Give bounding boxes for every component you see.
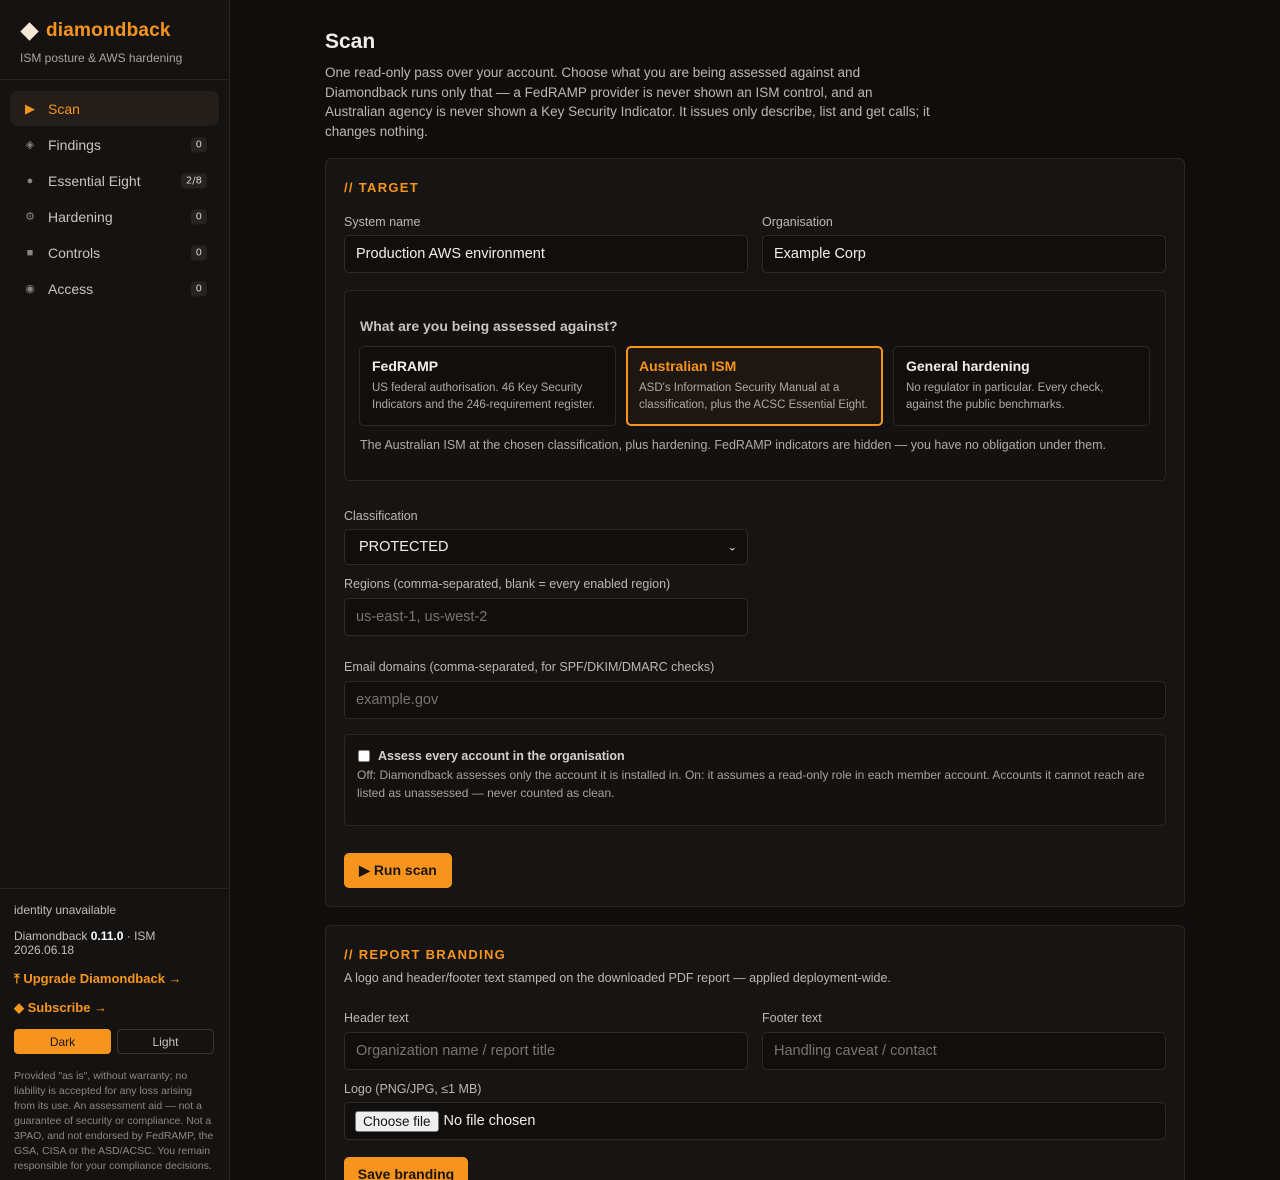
sidebar: diamondback ISM posture & AWS hardening …	[0, 0, 230, 1180]
classification-label: Classification	[344, 509, 418, 523]
assess-all-accounts-checkbox[interactable]	[358, 750, 370, 762]
main-content: Scan One read-only pass over your accoun…	[325, 0, 1185, 1180]
count-badge: 2/8	[180, 173, 207, 188]
header-text-label: Header text	[344, 1011, 409, 1025]
system-name-input[interactable]: Production AWS environment	[344, 235, 748, 273]
version-info: Diamondback 0.11.0 · ISM 2026.06.18	[14, 929, 215, 957]
option-general-hardening[interactable]: General hardening No regulator in partic…	[893, 346, 1150, 426]
save-branding-button[interactable]: Save branding	[344, 1157, 468, 1180]
page-description: One read-only pass over your account. Ch…	[325, 65, 930, 139]
brand-header: diamondback ISM posture & AWS hardening	[0, 0, 229, 80]
classification-select[interactable]: PROTECTED ⌄	[344, 529, 748, 565]
organisation-label: Organisation	[762, 215, 833, 229]
upgrade-link[interactable]: ⤒ Upgrade Diamondback →	[14, 971, 215, 987]
sidebar-item-label: Controls	[48, 244, 101, 261]
diamond-icon: ◈	[25, 139, 35, 151]
branding-description: A logo and header/footer text stamped on…	[344, 971, 891, 985]
disclaimer: Provided "as is", without warranty; no l…	[14, 1070, 214, 1172]
target-icon: ◉	[25, 283, 35, 295]
diamond-logo-icon	[20, 21, 39, 41]
regions-label: Regions (comma-separated, blank = every …	[344, 577, 671, 591]
product-name: Diamondback	[14, 929, 88, 943]
run-scan-button[interactable]: ▶ Run scan	[344, 853, 452, 888]
assess-all-accounts-description: Off: Diamondback assesses only the accou…	[357, 768, 1145, 800]
sidebar-item-label: Scan	[48, 100, 80, 117]
logo-file-input: Choose file No file chosen	[344, 1102, 1166, 1140]
sidebar-item-controls[interactable]: ■ Controls 0	[10, 235, 219, 270]
target-section-title: // TARGET	[344, 180, 420, 195]
subscribe-link[interactable]: ◆ Subscribe →	[14, 1000, 215, 1016]
classification-value: PROTECTED	[359, 539, 449, 555]
count-badge: 0	[190, 281, 207, 296]
assessment-selector: What are you being assessed against? Fed…	[344, 290, 1166, 481]
identity-status: identity unavailable	[14, 903, 117, 917]
sidebar-item-label: Hardening	[48, 208, 113, 225]
option-description: US federal authorisation. 46 Key Securit…	[372, 382, 596, 411]
choose-file-button[interactable]: Choose file	[355, 1110, 439, 1132]
ring-icon: ⚙	[25, 211, 35, 223]
option-title: Australian ISM	[639, 358, 737, 374]
page-title: Scan	[325, 30, 376, 53]
logo-label: Logo (PNG/JPG, ≤1 MB)	[344, 1082, 482, 1096]
count-badge: 0	[190, 245, 207, 260]
footer-text-input[interactable]: Handling caveat / contact	[762, 1032, 1166, 1070]
sidebar-item-label: Access	[48, 280, 94, 297]
sidebar-item-label: Findings	[48, 136, 101, 153]
version-number: 0.11.0	[90, 929, 124, 943]
assessment-note: The Australian ISM at the chosen classif…	[360, 438, 1107, 452]
branding-section-title: // REPORT BRANDING	[344, 947, 507, 962]
theme-toggle: Dark Light	[14, 1029, 215, 1054]
file-status: No file chosen	[443, 1113, 536, 1129]
chevron-down-icon: ⌄	[727, 541, 737, 554]
target-card: // TARGET System name Production AWS env…	[325, 158, 1185, 907]
count-badge: 0	[190, 209, 207, 224]
sidebar-nav: ▶ Scan ◈ Findings 0 ● Essential Eight 2/…	[0, 80, 229, 318]
organisation-scope-box: Assess every account in the organisation…	[344, 734, 1166, 826]
assessment-question: What are you being assessed against?	[360, 318, 618, 334]
organisation-input[interactable]: Example Corp	[762, 235, 1166, 273]
sidebar-item-essential-eight[interactable]: ● Essential Eight 2/8	[10, 163, 219, 198]
app-name: diamondback	[46, 20, 171, 41]
email-domains-label: Email domains (comma-separated, for SPF/…	[344, 660, 715, 674]
theme-light-button[interactable]: Light	[117, 1029, 214, 1054]
option-description: No regulator in particular. Every check,…	[906, 382, 1104, 411]
regions-input[interactable]: us-east-1, us-west-2	[344, 598, 748, 636]
play-icon: ▶	[25, 100, 35, 116]
option-australian-ism[interactable]: Australian ISM ASD's Information Securit…	[626, 346, 883, 426]
dot-icon: ●	[26, 174, 34, 187]
sidebar-item-hardening[interactable]: ⚙ Hardening 0	[10, 199, 219, 234]
sidebar-item-label: Essential Eight	[48, 172, 141, 189]
header-text-input[interactable]: Organization name / report title	[344, 1032, 748, 1070]
report-branding-card: // REPORT BRANDING A logo and header/foo…	[325, 925, 1185, 1180]
sidebar-item-scan[interactable]: ▶ Scan	[10, 91, 219, 126]
assess-all-accounts-label: Assess every account in the organisation	[378, 749, 625, 763]
app-tagline: ISM posture & AWS hardening	[20, 51, 183, 65]
count-badge: 0	[190, 137, 207, 152]
square-icon: ■	[26, 246, 34, 259]
option-fedramp[interactable]: FedRAMP US federal authorisation. 46 Key…	[359, 346, 616, 426]
option-title: FedRAMP	[372, 358, 439, 374]
sidebar-item-access[interactable]: ◉ Access 0	[10, 271, 219, 306]
theme-dark-button[interactable]: Dark	[14, 1029, 111, 1054]
option-title: General hardening	[906, 358, 1030, 374]
system-name-label: System name	[344, 215, 421, 229]
email-domains-input[interactable]: example.gov	[344, 681, 1166, 719]
sidebar-item-findings[interactable]: ◈ Findings 0	[10, 127, 219, 162]
sidebar-footer: identity unavailable Diamondback 0.11.0 …	[0, 888, 229, 1174]
footer-text-label: Footer text	[762, 1011, 822, 1025]
option-description: ASD's Information Security Manual at a c…	[639, 382, 868, 411]
